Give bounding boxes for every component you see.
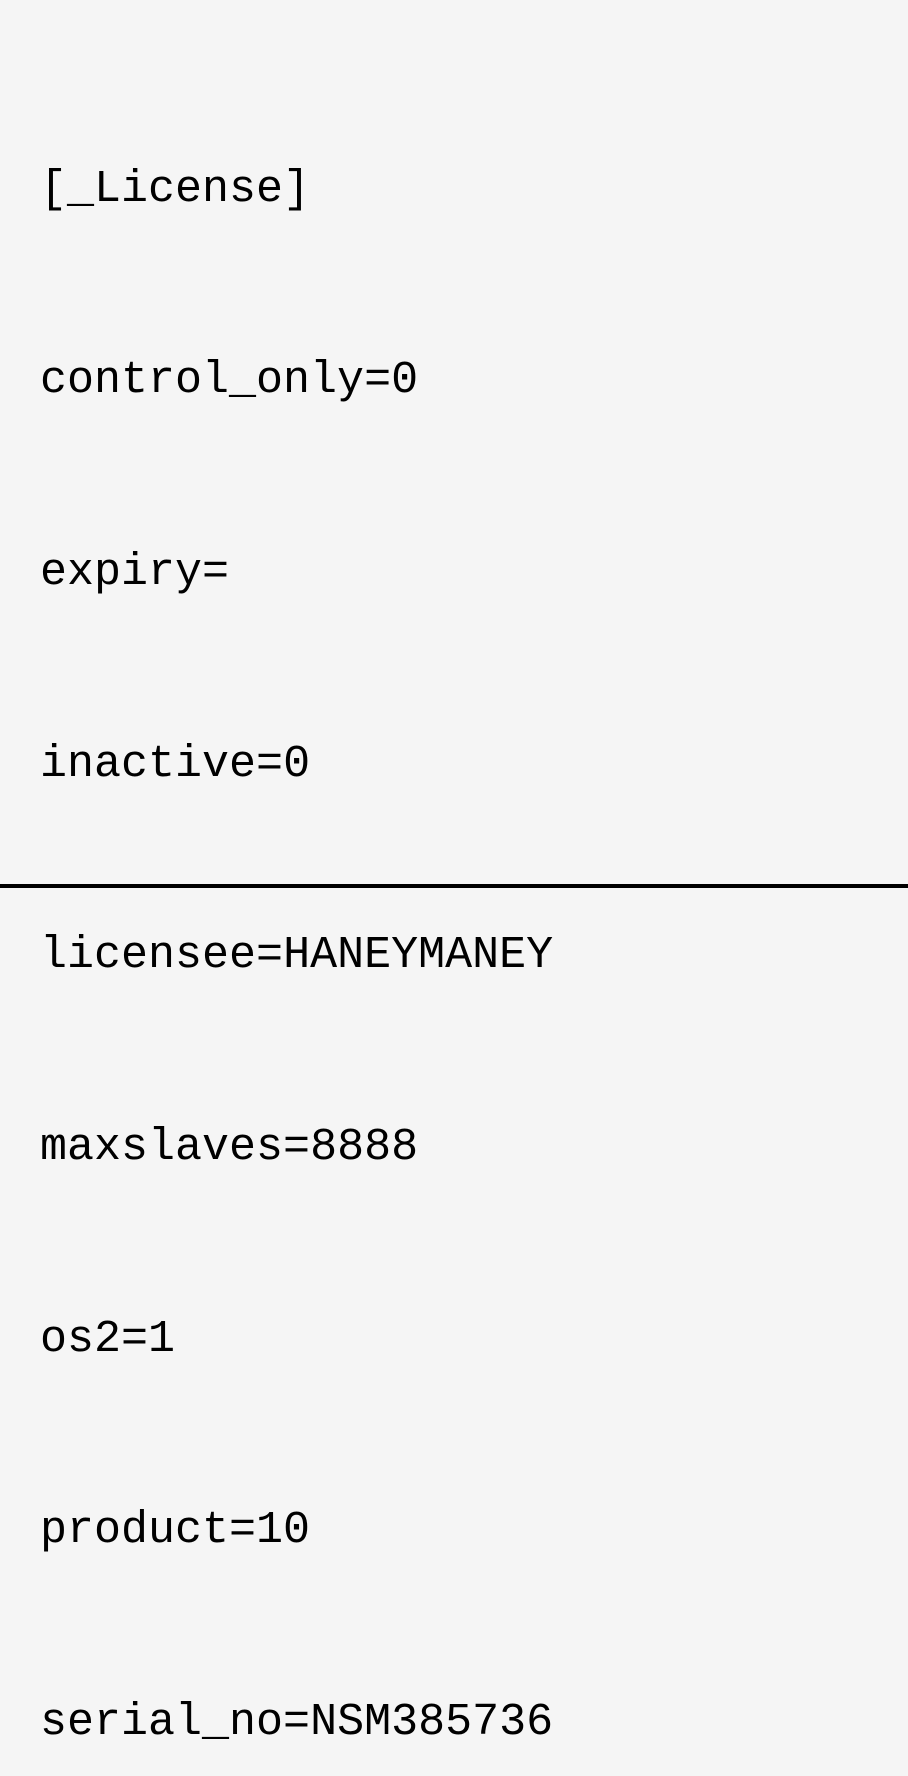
config-line-licensee: licensee=HANEYMANEY — [40, 924, 868, 988]
config-value: 10 — [256, 1505, 310, 1556]
config-key: product — [40, 1505, 229, 1556]
config-key: maxslaves — [40, 1122, 283, 1173]
config-key: expiry — [40, 547, 202, 598]
config-key: os2 — [40, 1314, 121, 1365]
config-line-product: product=10 — [40, 1499, 868, 1563]
config-value: 0 — [391, 355, 418, 406]
config-key: licensee — [40, 930, 256, 981]
section-header: [_License] — [40, 158, 868, 222]
config-value: HANEYMANEY — [283, 930, 553, 981]
license-config-block: [_License] control_only=0 expiry= inacti… — [40, 30, 868, 1776]
config-line-serial-no: serial_no=NSM385736 — [40, 1691, 868, 1755]
config-key: control_only — [40, 355, 364, 406]
config-line-os2: os2=1 — [40, 1308, 868, 1372]
config-line-inactive: inactive=0 — [40, 733, 868, 797]
config-line-control-only: control_only=0 — [40, 349, 868, 413]
config-line-expiry: expiry= — [40, 541, 868, 605]
config-value: NSM385736 — [310, 1697, 553, 1748]
config-value: 1 — [148, 1314, 175, 1365]
bottom-border — [0, 884, 908, 888]
config-line-maxslaves: maxslaves=8888 — [40, 1116, 868, 1180]
config-key: serial_no — [40, 1697, 283, 1748]
config-value: 8888 — [310, 1122, 418, 1173]
config-key: inactive — [40, 739, 256, 790]
config-value: 0 — [283, 739, 310, 790]
